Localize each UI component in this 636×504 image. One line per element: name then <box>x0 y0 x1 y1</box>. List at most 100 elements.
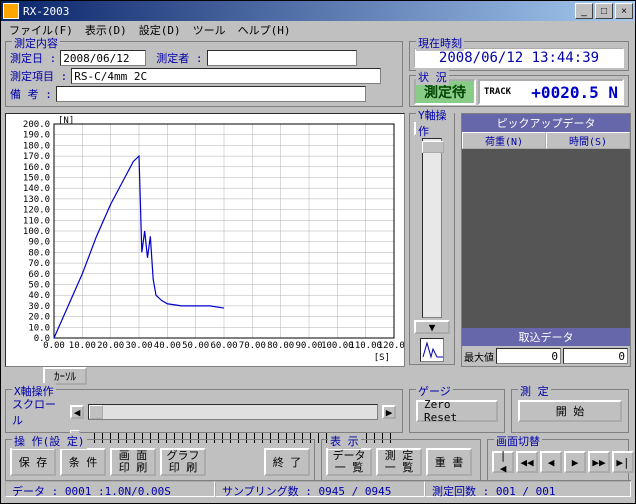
first-button[interactable]: |◀ <box>492 451 514 473</box>
track-label: TRACK <box>484 87 511 97</box>
yaxis-wave-preview <box>420 338 444 362</box>
date-label: 測定日 : <box>10 50 56 66</box>
pickup-col-time: 時間(S) <box>546 132 630 149</box>
svg-text:160.0: 160.0 <box>23 163 50 173</box>
scroll-thumb[interactable] <box>89 405 103 419</box>
rewind-button[interactable]: ◀◀ <box>516 451 538 473</box>
menu-help[interactable]: ヘルプ(H) <box>234 22 295 38</box>
last-button[interactable]: ▶| <box>612 451 634 473</box>
ops-title: 操 作(設 定) <box>12 433 87 449</box>
svg-text:30.00: 30.00 <box>125 341 152 351</box>
menu-settings[interactable]: 設定(D) <box>135 22 185 38</box>
svg-text:10.00: 10.00 <box>69 341 96 351</box>
start-button[interactable]: 開 始 <box>518 400 622 422</box>
end-button[interactable]: 終 了 <box>264 448 310 476</box>
window-titlebar: RX-2003 _ □ × <box>1 1 635 21</box>
overlay-button[interactable]: 重 書 <box>426 448 472 476</box>
svg-text:150.0: 150.0 <box>23 174 50 184</box>
svg-text:60.00: 60.00 <box>210 341 237 351</box>
item-label: 測定項目 : <box>10 68 67 84</box>
current-time-value: 2008/06/12 13:44:39 <box>414 48 624 68</box>
data-list-button[interactable]: データ 一 覧 <box>326 448 372 476</box>
svg-text:70.00: 70.00 <box>239 341 266 351</box>
meas-content-title: 測定内容 <box>12 35 60 51</box>
svg-text:10.0: 10.0 <box>28 323 50 333</box>
svg-text:40.0: 40.0 <box>28 291 50 301</box>
svg-text:170.0: 170.0 <box>23 152 50 162</box>
menu-view[interactable]: 表示(D) <box>81 22 131 38</box>
max-label: 最大値 <box>464 349 494 364</box>
close-button[interactable]: × <box>615 3 633 19</box>
svg-text:50.00: 50.00 <box>182 341 209 351</box>
operator-field[interactable] <box>207 50 357 66</box>
max-value-1: 0 <box>496 348 561 364</box>
max-value-2: 0 <box>563 348 628 364</box>
svg-text:20.0: 20.0 <box>28 313 50 323</box>
pickup-title: ピックアップデータ <box>462 114 630 132</box>
zero-reset-button[interactable]: Zero Reset <box>416 400 498 422</box>
status-title: 状 況 <box>416 69 449 85</box>
remark-field[interactable] <box>56 86 366 102</box>
svg-text:180.0: 180.0 <box>23 141 50 151</box>
gauge-title: ゲージ <box>416 383 453 399</box>
svg-text:140.0: 140.0 <box>23 184 50 194</box>
svg-text:0.00: 0.00 <box>43 341 65 351</box>
scroll-label: スクロール <box>12 396 66 428</box>
remark-label: 備 考 : <box>10 86 52 102</box>
svg-text:80.0: 80.0 <box>28 248 50 258</box>
svg-text:70.0: 70.0 <box>28 259 50 269</box>
next-button[interactable]: ▶ <box>564 451 586 473</box>
svg-text:200.0: 200.0 <box>23 120 50 130</box>
scroll-right-button[interactable]: ▶ <box>382 405 396 419</box>
app-icon <box>3 3 19 19</box>
forward-button[interactable]: ▶▶ <box>588 451 610 473</box>
status-count: 測定回数 : 001 / 001 <box>425 481 631 497</box>
svg-text:80.00: 80.00 <box>267 341 294 351</box>
xaxis-ops-title: X軸操作 <box>12 383 56 399</box>
scroll-left-button[interactable]: ◀ <box>70 405 84 419</box>
item-field[interactable]: RS-C/4mm 2C <box>71 68 381 84</box>
yaxis-down-button[interactable]: ▼ <box>414 320 450 334</box>
pickup-list[interactable] <box>462 149 630 328</box>
svg-text:60.0: 60.0 <box>28 270 50 280</box>
print-screen-button[interactable]: 画 面 印 刷 <box>110 448 156 476</box>
maximize-button[interactable]: □ <box>595 3 613 19</box>
current-time-title: 現在時刻 <box>416 35 464 51</box>
svg-text:190.0: 190.0 <box>23 131 50 141</box>
pickup-col-load: 荷重(N) <box>462 132 546 149</box>
print-graph-button[interactable]: グラフ 印 刷 <box>160 448 206 476</box>
measure-title: 測 定 <box>518 383 551 399</box>
svg-text:90.00: 90.00 <box>295 341 322 351</box>
svg-text:100.0: 100.0 <box>23 227 50 237</box>
prev-button[interactable]: ◀ <box>540 451 562 473</box>
svg-text:110.0: 110.0 <box>23 216 50 226</box>
svg-text:90.0: 90.0 <box>28 238 50 248</box>
yaxis-ops-title: Y軸操作 <box>416 107 454 139</box>
svg-text:120.0: 120.0 <box>23 206 50 216</box>
svg-text:130.0: 130.0 <box>23 195 50 205</box>
scroll-track[interactable] <box>88 404 378 420</box>
load-time-chart: 0.010.020.030.040.050.060.070.080.090.01… <box>6 114 404 366</box>
yaxis-slider-track[interactable] <box>422 138 442 318</box>
chart-panel: 0.010.020.030.040.050.060.070.080.090.01… <box>5 113 405 367</box>
minimize-button[interactable]: _ <box>575 3 593 19</box>
yaxis-slider-thumb[interactable] <box>422 141 444 153</box>
window-title: RX-2003 <box>23 5 69 18</box>
screen-switch-title: 画面切替 <box>494 433 542 449</box>
import-title: 取込データ <box>462 328 630 346</box>
save-button[interactable]: 保 存 <box>10 448 56 476</box>
meas-list-button[interactable]: 測 定 一 覧 <box>376 448 422 476</box>
svg-text:50.0: 50.0 <box>28 281 50 291</box>
svg-text:30.0: 30.0 <box>28 302 50 312</box>
svg-text:[N]: [N] <box>58 116 74 126</box>
svg-text:[S]: [S] <box>374 353 390 363</box>
operator-label: 測定者 : <box>156 50 202 66</box>
svg-text:40.00: 40.00 <box>154 341 181 351</box>
status-bar: データ : 0001 :1.0N/0.00S サンプリング数 : 0945 / … <box>5 480 631 499</box>
svg-text:120.00: 120.00 <box>378 341 404 351</box>
svg-text:20.00: 20.00 <box>97 341 124 351</box>
date-field[interactable]: 2008/06/12 <box>60 50 146 66</box>
condition-button[interactable]: 条 件 <box>60 448 106 476</box>
menu-bar: ファイル(F) 表示(D) 設定(D) ツール ヘルプ(H) <box>1 21 635 39</box>
menu-tool[interactable]: ツール <box>189 22 230 38</box>
